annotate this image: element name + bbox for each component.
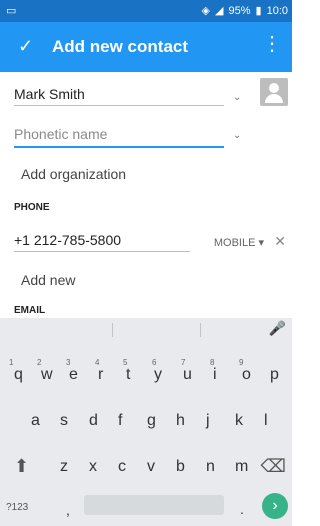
key-o[interactable]: o [242,366,251,384]
key-f[interactable]: f [118,412,122,430]
email-section-label: EMAIL [14,305,46,316]
divider [200,323,201,337]
add-organization-button[interactable]: Add organization [21,166,126,182]
key-y[interactable]: y [154,366,162,384]
key-i[interactable]: i [213,366,217,384]
key-q[interactable]: q [14,366,23,384]
key-h[interactable]: h [176,412,185,430]
phone-value: +1 212-785-5800 [14,232,122,248]
key-r[interactable]: r [98,366,103,384]
key-x[interactable]: x [89,458,97,476]
key-v[interactable]: v [147,458,155,476]
name-value: Mark Smith [14,86,85,102]
key-hint: 1 [9,358,14,367]
signal-icon: ◢ [215,5,224,17]
key-a[interactable]: a [31,412,40,430]
overflow-menu-icon[interactable]: ⋮ [262,34,282,54]
key-k[interactable]: k [235,412,243,430]
key-t[interactable]: t [126,366,130,384]
phone-underline [14,251,190,252]
phone-type-dropdown[interactable]: MOBILE ▾ [214,236,264,249]
suggestion-strip: 🎤 [0,318,292,342]
notification-icon: ▭ [6,5,17,17]
key-c[interactable]: c [118,458,126,476]
key-g[interactable]: g [147,412,156,430]
vibrate-icon: ◈ [201,5,211,17]
go-arrow-icon[interactable]: › [262,493,288,519]
backspace-icon[interactable]: ⌫ [261,456,286,477]
key-e[interactable]: e [69,366,78,384]
phonetic-underline [14,146,224,148]
comma-key[interactable]: , [66,502,70,518]
phonetic-name-field[interactable]: Phonetic name [14,126,224,142]
contact-photo-icon[interactable] [260,78,288,106]
key-s[interactable]: s [60,412,68,430]
key-b[interactable]: b [176,458,185,476]
phonetic-name-placeholder: Phonetic name [14,126,108,142]
key-l[interactable]: l [264,412,268,430]
period-key[interactable]: . [240,501,244,517]
key-m[interactable]: m [235,458,248,476]
shift-icon[interactable]: ⬆ [14,456,29,477]
key-w[interactable]: w [41,366,53,384]
microphone-icon[interactable]: 🎤 [269,320,286,337]
divider [112,323,113,337]
key-j[interactable]: j [206,412,210,430]
status-bar: ▭ ◈ ◢ 95% ▮ 10:0 [0,0,292,22]
space-bar[interactable] [84,495,224,515]
clock: 10:0 [266,4,288,17]
key-d[interactable]: d [89,412,98,430]
phone-section-label: PHONE [14,202,50,213]
app-bar: ✓ Add new contact ⋮ [0,22,292,72]
check-icon[interactable]: ✓ [18,36,33,57]
name-underline [14,105,224,106]
symbols-key[interactable]: ?123 [6,502,28,513]
battery-percent: 95% [228,4,251,17]
key-z[interactable]: z [60,458,68,476]
close-icon[interactable]: ✕ [274,233,286,250]
phone-field[interactable]: +1 212-785-5800 [14,232,224,248]
phone-type-label: MOBILE [213,237,256,249]
key-u[interactable]: u [183,366,192,384]
key-p[interactable]: p [270,366,279,384]
chevron-down-icon[interactable]: ⌄ [233,92,241,103]
battery-icon: ▮ [255,5,262,17]
status-right: ◈ ◢ 95% ▮ 10:0 [201,4,288,18]
chevron-down-icon[interactable]: ⌄ [233,130,241,141]
add-new-button[interactable]: Add new [21,272,75,288]
page-title: Add new contact [52,37,189,56]
name-field[interactable]: Mark Smith [14,86,224,102]
key-n[interactable]: n [206,458,215,476]
keyboard: 🎤 1 2 3 4 5 6 7 8 9 q w e r t y u i o p … [0,318,292,526]
